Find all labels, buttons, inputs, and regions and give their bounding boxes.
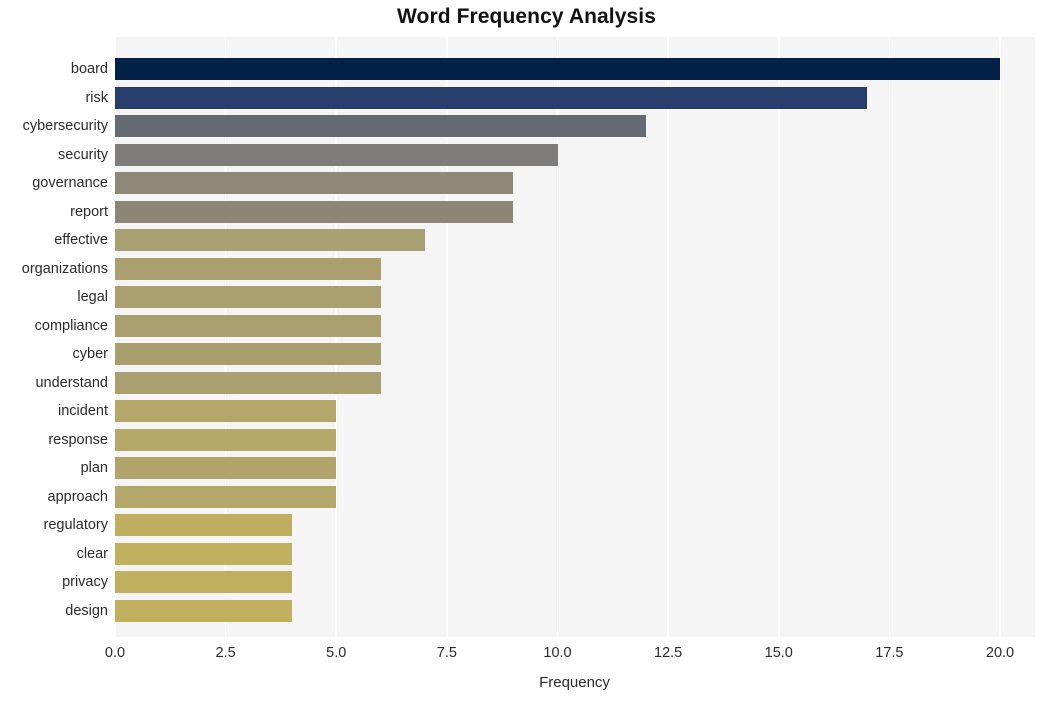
x-axis-title: Frequency	[539, 674, 610, 691]
x-tick-label-0: 0.0	[104, 645, 126, 661]
bars-group	[114, 37, 1035, 637]
y-tick-label-organizations: organizations	[21, 260, 108, 277]
y-tick-label-approach: approach	[47, 488, 108, 505]
y-tick-label-incident: incident	[58, 403, 108, 419]
bar-compliance	[115, 314, 381, 337]
y-axis-tick-labels: board risk cybersecurity security governance…	[0, 37, 108, 637]
y-tick-label-report: report	[70, 203, 108, 220]
y-tick-label-cyber: cyber	[72, 346, 108, 362]
word-frequency-chart: Word Frequency Analysis board risk cyberse…	[0, 0, 1053, 701]
y-tick-label-board: board	[70, 61, 108, 77]
x-tick-label-5: 12.5	[654, 645, 683, 661]
y-tick-label-compliance: compliance	[34, 317, 108, 334]
bar-clear	[115, 542, 292, 565]
x-tick-label-2: 5.0	[326, 645, 347, 661]
bar-plan	[115, 457, 337, 479]
y-tick-label-risk: risk	[85, 89, 108, 106]
y-tick-label-response: response	[48, 431, 108, 448]
x-tick-label-4: 10.0	[543, 645, 572, 661]
y-tick-label-security: security	[58, 146, 108, 163]
x-tick-label-1: 2.5	[215, 645, 236, 661]
bar-cybersecurity	[115, 115, 646, 137]
bar-cyber	[115, 343, 381, 365]
y-tick-label-privacy: privacy	[62, 574, 108, 590]
bar-board	[115, 58, 1000, 80]
bar-organizations	[115, 257, 381, 280]
y-tick-label-regulatory: regulatory	[43, 517, 108, 533]
x-axis-tick-labels: 0.0 2.5 5.0 7.5 10.0 12.5 15.0 17.5 20.0	[105, 645, 1035, 669]
x-tick-label-6: 15.0	[764, 645, 793, 661]
bar-governance	[115, 172, 514, 194]
y-tick-label-plan: plan	[80, 460, 108, 476]
bar-approach	[115, 485, 337, 508]
y-tick-label-effective: effective	[54, 232, 108, 248]
x-tick-label-3: 7.5	[436, 645, 457, 661]
bar-security	[115, 143, 558, 166]
bar-incident	[115, 400, 337, 422]
bar-understand	[115, 371, 381, 394]
bar-design	[115, 599, 292, 622]
y-tick-label-understand: understand	[35, 374, 108, 391]
bar-regulatory	[115, 514, 292, 536]
y-tick-label-clear: clear	[76, 545, 108, 562]
chart-title: Word Frequency Analysis	[396, 5, 657, 28]
x-tick-label-8: 20.0	[985, 645, 1015, 661]
y-tick-label-design: design	[65, 602, 108, 619]
bar-risk	[115, 86, 868, 109]
x-tick-label-7: 17.5	[875, 645, 904, 661]
y-tick-label-legal: legal	[77, 289, 108, 305]
bar-effective	[115, 229, 425, 251]
bar-report	[115, 200, 514, 223]
bar-privacy	[115, 571, 292, 593]
plot-area	[114, 37, 1035, 637]
y-tick-label-governance: governance	[32, 175, 108, 191]
y-tick-label-cybersecurity: cybersecurity	[22, 118, 108, 134]
bar-legal	[115, 286, 381, 308]
bar-response	[115, 428, 337, 451]
